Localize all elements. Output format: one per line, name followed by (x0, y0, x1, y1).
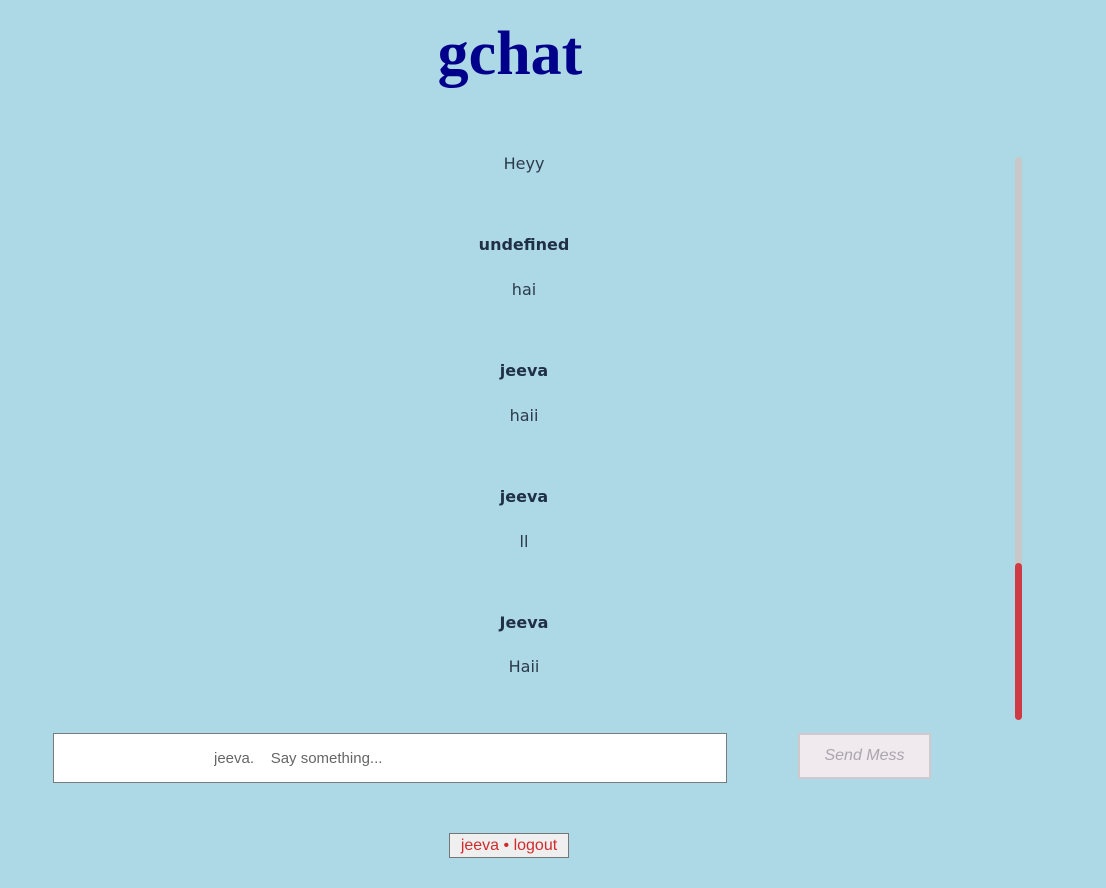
scrollbar-thumb[interactable] (1015, 563, 1022, 720)
send-message-button[interactable]: Send Mess (798, 733, 931, 779)
message-text: Heyy (503, 154, 545, 173)
message-text: haii (509, 406, 539, 425)
message-input-box (53, 733, 727, 783)
message-text: Haii (508, 657, 540, 676)
message-text: ll (519, 532, 529, 551)
message-author: jeeva (499, 487, 549, 506)
message-feed[interactable]: Heyy undefined hai jeeva haii jeeva ll J… (0, 143, 1048, 719)
logout-button[interactable]: jeeva • logout (449, 833, 569, 858)
app-title: gchat (437, 20, 583, 88)
message-author: undefined (478, 235, 570, 254)
message-input[interactable] (54, 734, 726, 782)
message-author: Jeeva (499, 613, 549, 632)
message-text: hai (511, 280, 537, 299)
message-author: jeeva (499, 361, 549, 380)
